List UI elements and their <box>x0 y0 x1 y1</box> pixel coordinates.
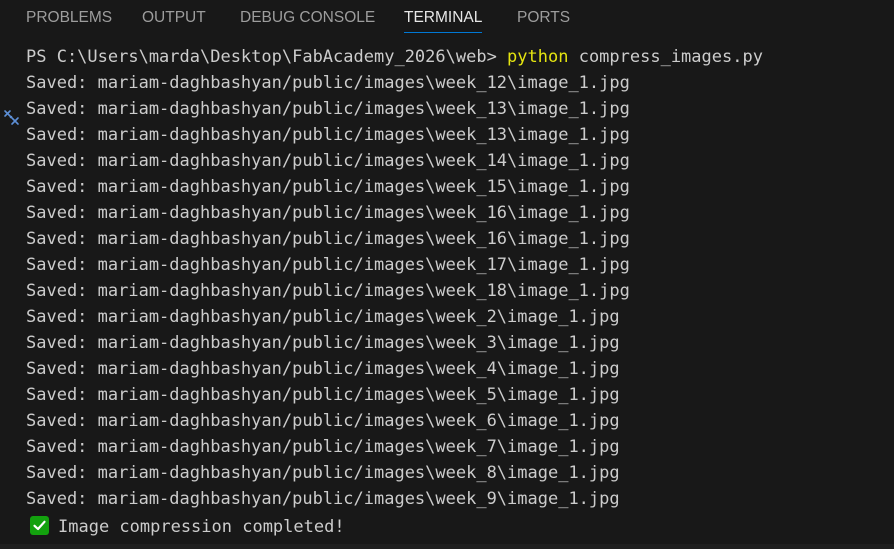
terminal-panel: PROBLEMS OUTPUT DEBUG CONSOLE TERMINAL P… <box>0 0 894 549</box>
terminal-output[interactable]: PS C:\Users\marda\Desktop\FabAcademy_202… <box>0 44 894 549</box>
command-executable: python <box>507 47 569 67</box>
output-line: Saved: mariam-daghbashyan/public/images\… <box>26 99 630 119</box>
output-line: Saved: mariam-daghbashyan/public/images\… <box>26 203 630 223</box>
output-line: Saved: mariam-daghbashyan/public/images\… <box>26 385 620 405</box>
command-decoration-icon[interactable] <box>2 107 22 129</box>
output-line: Saved: mariam-daghbashyan/public/images\… <box>26 307 620 327</box>
output-line: Saved: mariam-daghbashyan/public/images\… <box>26 359 620 379</box>
completion-line: Image compression completed! <box>26 514 345 540</box>
output-line: Saved: mariam-daghbashyan/public/images\… <box>26 411 620 431</box>
output-line: Saved: mariam-daghbashyan/public/images\… <box>26 73 630 93</box>
prompt-line: PS C:\Users\marda\Desktop\FabAcademy_202… <box>26 44 763 70</box>
output-line: Saved: mariam-daghbashyan/public/images\… <box>26 281 630 301</box>
output-line: Saved: mariam-daghbashyan/public/images\… <box>26 177 630 197</box>
tab-terminal[interactable]: TERMINAL <box>404 0 483 36</box>
panel-tab-bar: PROBLEMS OUTPUT DEBUG CONSOLE TERMINAL P… <box>0 0 894 36</box>
output-line: Saved: mariam-daghbashyan/public/images\… <box>26 437 620 457</box>
output-line: Saved: mariam-daghbashyan/public/images\… <box>26 229 630 249</box>
tab-debug-console[interactable]: DEBUG CONSOLE <box>240 0 375 36</box>
tab-output[interactable]: OUTPUT <box>142 0 206 36</box>
command-arguments: compress_images.py <box>568 47 763 67</box>
output-line: Saved: mariam-daghbashyan/public/images\… <box>26 463 620 483</box>
tab-ports[interactable]: PORTS <box>517 0 570 36</box>
bottom-strip <box>0 544 894 549</box>
output-line: Saved: mariam-daghbashyan/public/images\… <box>26 151 630 171</box>
completion-message: Image compression completed! <box>58 517 345 537</box>
tab-problems[interactable]: PROBLEMS <box>26 0 112 36</box>
check-mark-icon <box>30 516 49 535</box>
output-line: Saved: mariam-daghbashyan/public/images\… <box>26 333 620 353</box>
output-line: Saved: mariam-daghbashyan/public/images\… <box>26 125 630 145</box>
output-line: Saved: mariam-daghbashyan/public/images\… <box>26 255 630 275</box>
prompt-path: PS C:\Users\marda\Desktop\FabAcademy_202… <box>26 47 508 67</box>
output-line: Saved: mariam-daghbashyan/public/images\… <box>26 489 620 509</box>
